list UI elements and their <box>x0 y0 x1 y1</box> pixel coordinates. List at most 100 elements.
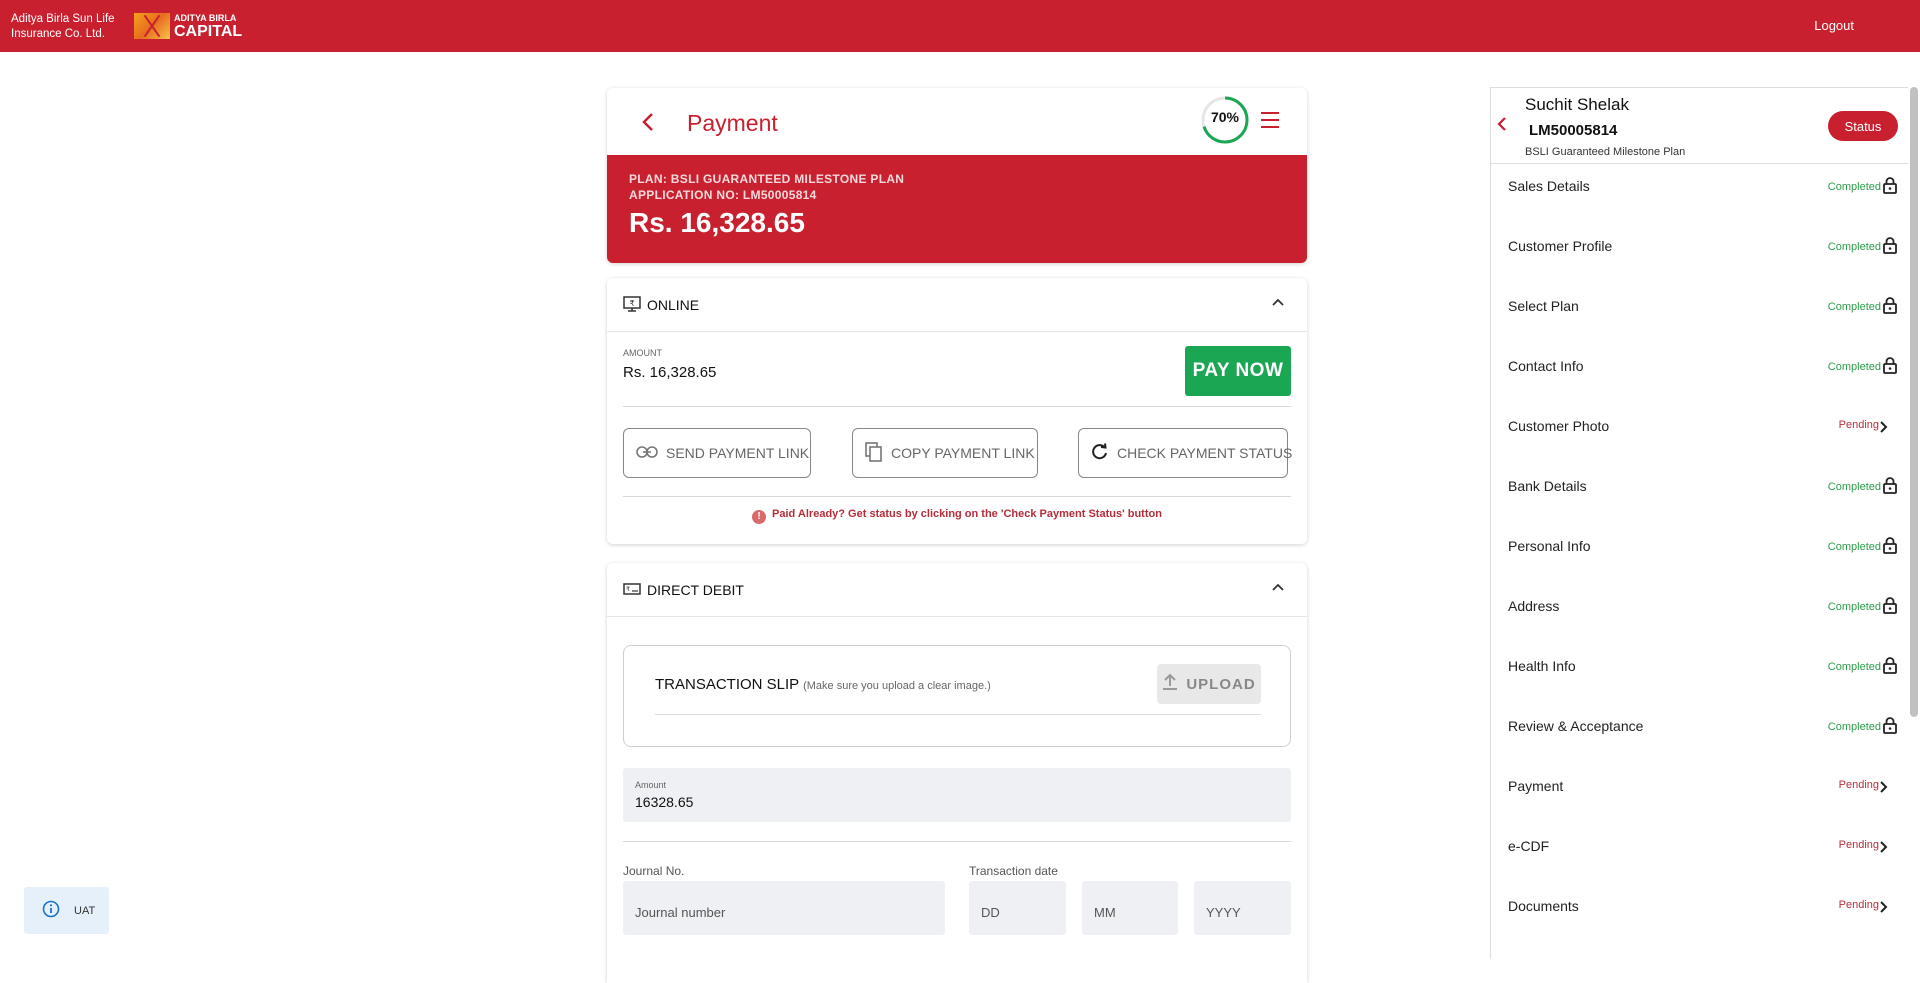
lock-icon <box>1883 357 1897 374</box>
aditya-birla-capital-logo: ADITYA BIRLA CAPITAL <box>134 12 242 40</box>
step-item-health-info[interactable]: Health Info Completed <box>1491 644 1909 704</box>
step-label: Health Info <box>1508 658 1576 674</box>
scrollbar[interactable] <box>1910 87 1918 717</box>
company-name: Aditya Birla Sun Life Insurance Co. Ltd. <box>11 12 141 42</box>
environment-badge: UAT <box>24 887 109 934</box>
application-steps-panel: Suchit Shelak LM50005814 BSLI Guaranteed… <box>1490 87 1908 959</box>
divider <box>623 841 1291 842</box>
step-item-select-plan[interactable]: Select Plan Completed <box>1491 284 1909 344</box>
chevron-up-icon[interactable] <box>1271 579 1285 597</box>
back-chevron-icon[interactable] <box>641 112 655 134</box>
logout-button[interactable]: Logout <box>1814 18 1854 33</box>
step-item-sales-details[interactable]: Sales Details Completed <box>1491 164 1909 224</box>
step-item-contact-info[interactable]: Contact Info Completed <box>1491 344 1909 404</box>
direct-debit-section: ₹ DIRECT DEBIT TRANSACTION SLIP (Make su… <box>607 563 1307 983</box>
amount-field[interactable]: Amount 16328.65 <box>623 768 1291 822</box>
step-label: e-CDF <box>1508 838 1550 854</box>
step-label: Payment <box>1508 778 1564 794</box>
status-button[interactable]: Status <box>1828 111 1898 141</box>
chevron-right-icon[interactable] <box>1879 900 1893 916</box>
svg-text:₹: ₹ <box>629 299 634 308</box>
chevron-right-icon[interactable] <box>1879 780 1893 796</box>
transaction-slip-box: TRANSACTION SLIP (Make sure you upload a… <box>623 645 1291 747</box>
amount-value: Rs. 16,328.65 <box>623 364 717 381</box>
lock-icon <box>1883 717 1897 734</box>
progress-ring: 70% <box>1199 94 1251 146</box>
step-item-customer-profile[interactable]: Customer Profile Completed <box>1491 224 1909 284</box>
divider <box>623 496 1291 497</box>
monitor-payment-icon: ₹ <box>623 296 641 312</box>
chevron-right-icon[interactable] <box>1879 840 1893 856</box>
check-payment-status-button[interactable]: CHECK PAYMENT STATUS <box>1078 428 1292 478</box>
step-item-documents[interactable]: Documents Pending <box>1491 884 1909 944</box>
plan-name: PLAN: BSLI GUARANTEED MILESTONE PLAN <box>629 172 905 186</box>
link-icon <box>636 445 658 461</box>
step-label: Documents <box>1508 898 1579 914</box>
step-label: Customer Profile <box>1508 238 1613 254</box>
check-payment-status-label: CHECK PAYMENT STATUS <box>1117 445 1293 461</box>
date-month-input[interactable]: MM <box>1082 881 1178 935</box>
page-title: Payment <box>687 110 778 136</box>
application-number: APPLICATION NO: LM50005814 <box>629 188 817 202</box>
journal-label: Journal No. <box>623 864 685 878</box>
step-status: Completed <box>1827 361 1881 373</box>
plan-banner: PLAN: BSLI GUARANTEED MILESTONE PLAN APP… <box>607 155 1307 263</box>
upload-label: UPLOAD <box>1186 675 1256 693</box>
cheque-icon: ₹ <box>623 581 641 597</box>
online-section-header[interactable]: ₹ ONLINE <box>607 278 1307 332</box>
upload-button[interactable]: UPLOAD <box>1157 664 1261 704</box>
step-status: Completed <box>1827 541 1881 553</box>
amount-label: AMOUNT <box>623 348 662 358</box>
payment-header-card: Payment 70% PLAN: BSLI GUARANTEED MILEST… <box>607 88 1307 263</box>
date-month-placeholder: MM <box>1094 905 1116 920</box>
lock-icon <box>1883 177 1897 194</box>
transaction-slip-label: TRANSACTION SLIP <box>655 676 799 693</box>
date-year-input[interactable]: YYYY <box>1194 881 1291 935</box>
step-label: Select Plan <box>1508 298 1579 314</box>
environment-label: UAT <box>74 904 96 917</box>
step-status: Completed <box>1827 601 1881 613</box>
step-status: Pending <box>1838 779 1879 791</box>
date-year-placeholder: YYYY <box>1206 905 1241 920</box>
step-item-review-acceptance[interactable]: Review & Acceptance Completed <box>1491 704 1909 764</box>
step-label: Address <box>1508 598 1560 614</box>
chevron-right-icon[interactable] <box>1879 420 1893 436</box>
step-status: Pending <box>1838 899 1879 911</box>
divider <box>623 406 1291 407</box>
company-name-line2: Insurance Co. Ltd. <box>11 28 105 40</box>
send-payment-link-label: SEND PAYMENT LINK <box>666 445 810 461</box>
pay-now-button[interactable]: PAY NOW <box>1185 346 1291 396</box>
step-status: Completed <box>1827 481 1881 493</box>
step-status: Pending <box>1838 839 1879 851</box>
copy-icon <box>865 441 883 465</box>
payment-status-note-text: Paid Already? Get status by clicking on … <box>772 508 1162 520</box>
progress-percent: 70% <box>1210 109 1240 125</box>
journal-number-input[interactable]: Journal number <box>623 881 945 935</box>
step-item-e-cdf[interactable]: e-CDF Pending <box>1491 824 1909 884</box>
top-bar: Aditya Birla Sun Life Insurance Co. Ltd.… <box>0 0 1920 52</box>
chevron-up-icon[interactable] <box>1271 294 1285 312</box>
step-item-payment[interactable]: Payment Pending <box>1491 764 1909 824</box>
copy-payment-link-button[interactable]: COPY PAYMENT LINK <box>852 428 1038 478</box>
lock-icon <box>1883 657 1897 674</box>
hamburger-menu-icon[interactable] <box>1261 112 1279 133</box>
transaction-slip-hint: (Make sure you upload a clear image.) <box>803 680 991 692</box>
direct-debit-section-header[interactable]: ₹ DIRECT DEBIT <box>607 563 1307 617</box>
back-chevron-icon[interactable] <box>1497 116 1507 137</box>
amount-field-value: 16328.65 <box>635 794 694 810</box>
step-item-customer-photo[interactable]: Customer Photo Pending <box>1491 404 1909 464</box>
step-item-personal-info[interactable]: Personal Info Completed <box>1491 524 1909 584</box>
lock-icon <box>1883 237 1897 254</box>
send-payment-link-button[interactable]: SEND PAYMENT LINK <box>623 428 811 478</box>
online-label: ONLINE <box>647 297 700 313</box>
step-item-address[interactable]: Address Completed <box>1491 584 1909 644</box>
step-item-bank-details[interactable]: Bank Details Completed <box>1491 464 1909 524</box>
date-day-input[interactable]: DD <box>969 881 1066 935</box>
step-label: Contact Info <box>1508 358 1584 374</box>
direct-debit-label: DIRECT DEBIT <box>647 582 744 598</box>
transaction-date-label: Transaction date <box>969 864 1058 878</box>
lock-icon <box>1883 477 1897 494</box>
payment-status-note: ! Paid Already? Get status by clicking on… <box>607 508 1307 524</box>
online-payment-section: ₹ ONLINE AMOUNT Rs. 16,328.65 PAY NOW SE… <box>607 278 1307 544</box>
plan-name: BSLI Guaranteed Milestone Plan <box>1525 146 1686 158</box>
